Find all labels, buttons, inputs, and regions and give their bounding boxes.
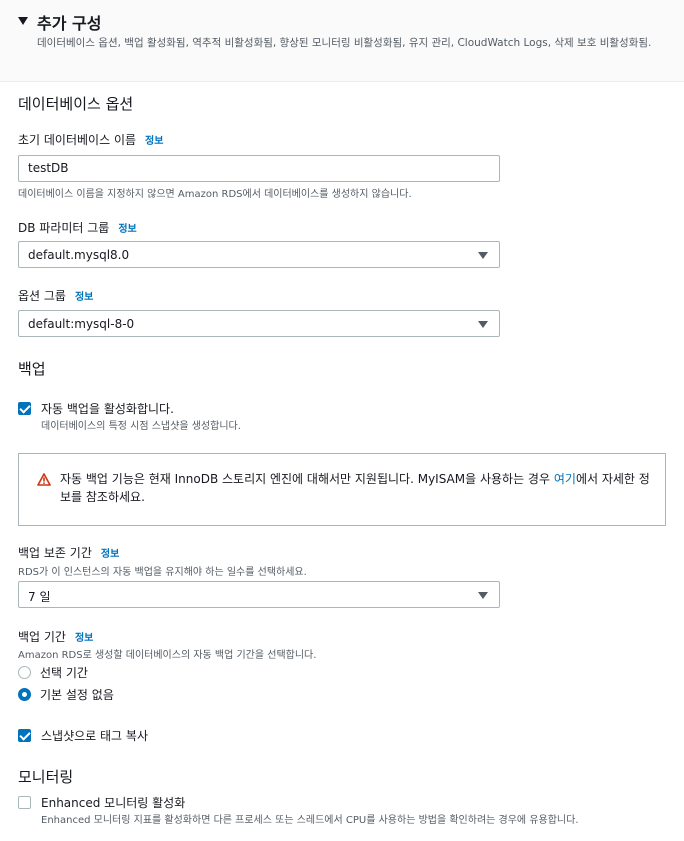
backup-window-info-link[interactable]: 정보 bbox=[75, 629, 93, 644]
param-group-info-link[interactable]: 정보 bbox=[118, 220, 136, 235]
option-group-info-link[interactable]: 정보 bbox=[75, 288, 93, 303]
radio-no-preference[interactable] bbox=[18, 688, 31, 701]
retention-label-row: 백업 보존 기간 정보 bbox=[18, 544, 119, 561]
caret-down-icon[interactable] bbox=[18, 17, 28, 25]
enhanced-monitoring-label[interactable]: Enhanced 모니터링 활성화 bbox=[41, 794, 185, 811]
chevron-down-icon bbox=[478, 321, 488, 328]
option-group-value: default:mysql-8-0 bbox=[28, 317, 135, 331]
db-options-heading: 데이터베이스 옵션 bbox=[18, 95, 134, 113]
retention-hint: RDS가 이 인스턴스의 자동 백업을 유지해야 하는 일수를 선택하세요. bbox=[18, 567, 307, 578]
copy-tags-checkbox[interactable] bbox=[18, 729, 31, 742]
option-group-label-row: 옵션 그룹 정보 bbox=[18, 287, 93, 304]
auto-backup-checkbox[interactable] bbox=[18, 402, 31, 415]
param-group-label: DB 파라미터 그룹 bbox=[18, 221, 110, 235]
option-group-label: 옵션 그룹 bbox=[18, 289, 66, 303]
initial-db-name-info-link[interactable]: 정보 bbox=[145, 132, 163, 147]
alert-here-link[interactable]: 여기 bbox=[554, 472, 576, 486]
innodb-warning-alert: 자동 백업 기능은 현재 InnoDB 스토리지 엔진에 대해서만 지원됩니다.… bbox=[18, 453, 666, 526]
additional-config-header[interactable]: 추가 구성 데이터베이스 옵션, 백업 활성화됨, 역추적 비활성화됨, 향상된… bbox=[0, 0, 684, 82]
backup-heading: 백업 bbox=[18, 360, 46, 378]
auto-backup-label[interactable]: 자동 백업을 활성화합니다. bbox=[41, 400, 174, 417]
chevron-down-icon bbox=[478, 252, 488, 259]
backup-window-label-row: 백업 기간 정보 bbox=[18, 628, 93, 645]
retention-label: 백업 보존 기간 bbox=[18, 546, 92, 560]
retention-value: 7 일 bbox=[28, 590, 51, 604]
copy-tags-label[interactable]: 스냅샷으로 태그 복사 bbox=[41, 727, 148, 744]
radio-no-preference-label[interactable]: 기본 설정 없음 bbox=[40, 686, 114, 703]
section-description: 데이터베이스 옵션, 백업 활성화됨, 역추적 비활성화됨, 향상된 모니터링 … bbox=[37, 37, 652, 49]
alert-message: 자동 백업 기능은 현재 InnoDB 스토리지 엔진에 대해서만 지원됩니다.… bbox=[60, 472, 551, 486]
initial-db-name-label: 초기 데이터베이스 이름 bbox=[18, 133, 137, 147]
enhanced-monitoring-description: Enhanced 모니터링 지표를 활성화하면 다른 프로세스 또는 스레드에서… bbox=[41, 815, 579, 826]
option-group-select[interactable]: default:mysql-8-0 bbox=[18, 310, 500, 337]
param-group-label-row: DB 파라미터 그룹 정보 bbox=[18, 219, 137, 236]
retention-select[interactable]: 7 일 bbox=[18, 581, 500, 608]
enhanced-monitoring-checkbox[interactable] bbox=[18, 796, 31, 809]
monitoring-heading: 모니터링 bbox=[18, 768, 74, 786]
radio-select-window[interactable] bbox=[18, 666, 31, 679]
param-group-select[interactable]: default.mysql8.0 bbox=[18, 241, 500, 268]
backup-window-label: 백업 기간 bbox=[18, 630, 66, 644]
auto-backup-description: 데이터베이스의 특정 시점 스냅샷을 생성합니다. bbox=[41, 421, 241, 432]
initial-db-name-input[interactable]: testDB bbox=[18, 155, 500, 182]
retention-info-link[interactable]: 정보 bbox=[101, 545, 119, 560]
backup-window-hint: Amazon RDS로 생성할 데이터베이스의 자동 백업 기간을 선택합니다. bbox=[18, 650, 317, 661]
alert-text: 자동 백업 기능은 현재 InnoDB 스토리지 엔진에 대해서만 지원됩니다.… bbox=[60, 470, 655, 506]
param-group-value: default.mysql8.0 bbox=[28, 248, 130, 262]
initial-db-name-label-row: 초기 데이터베이스 이름 정보 bbox=[18, 131, 163, 148]
warning-icon bbox=[37, 473, 51, 486]
radio-select-window-label[interactable]: 선택 기간 bbox=[40, 664, 88, 681]
chevron-down-icon bbox=[478, 592, 488, 599]
initial-db-name-hint: 데이터베이스 이름을 지정하지 않으면 Amazon RDS에서 데이터베이스를… bbox=[18, 189, 412, 200]
section-title: 추가 구성 bbox=[37, 14, 102, 33]
